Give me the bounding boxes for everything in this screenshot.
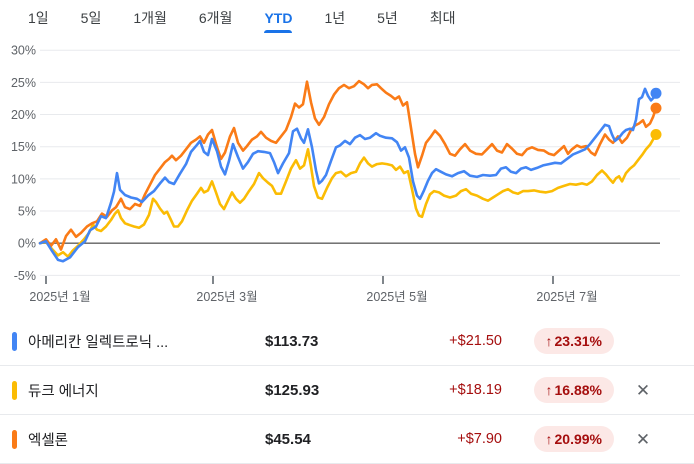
y-axis-label: 30% xyxy=(11,44,36,58)
chart-area: 30% 25% 20% 15% 10% 5% 0% -5% 2025년 1월 2025년 3월 20… xyxy=(0,40,694,308)
close-icon[interactable]: ✕ xyxy=(631,427,655,451)
series-color-marker xyxy=(12,380,17,400)
time-range-tab-5일[interactable]: 5일 xyxy=(81,10,102,26)
x-axis-label: 2025년 7월 xyxy=(536,290,597,304)
stock-change-badge-column: ↑ 23.31% xyxy=(502,328,614,354)
stock-name: 아메리칸 일렉트로닉 ... xyxy=(28,334,169,351)
y-axis-label: 20% xyxy=(11,108,36,122)
y-axis-label: 10% xyxy=(11,172,36,186)
stock-change-percent: 23.31% xyxy=(554,333,602,349)
stock-price: $113.73 xyxy=(265,332,319,350)
series-color-marker xyxy=(12,331,17,351)
legend-row[interactable]: 듀크 에너지 $125.93 +$18.19 ↑ 16.88% ✕ xyxy=(0,366,694,415)
time-range-tab-5년[interactable]: 5년 xyxy=(377,10,398,26)
stock-change-percent: 16.88% xyxy=(554,382,602,398)
series-end-dot-0 xyxy=(650,87,662,99)
series-line-1 xyxy=(38,133,658,258)
time-range-tab-6개월[interactable]: 6개월 xyxy=(199,10,233,26)
x-axis-label: 2025년 3월 xyxy=(196,290,257,304)
y-axis-label: 5% xyxy=(18,205,36,219)
time-range-tab-YTD[interactable]: YTD xyxy=(264,10,293,33)
y-axis-label: 0% xyxy=(18,237,36,251)
stock-change-badge-column: ↑ 16.88% xyxy=(502,377,614,403)
x-axis-label: 2025년 5월 xyxy=(366,290,427,304)
time-range-tab-최대[interactable]: 최대 xyxy=(430,10,456,26)
stock-change-amount: +$21.50 xyxy=(449,333,502,349)
stock-change-percent-badge: ↑ 16.88% xyxy=(533,377,614,403)
series-color-marker xyxy=(12,429,17,449)
close-column: ✕ xyxy=(614,378,672,402)
stock-name: 듀크 에너지 xyxy=(28,383,99,400)
stock-price: $45.54 xyxy=(265,430,311,448)
up-arrow-icon: ↑ xyxy=(545,382,553,398)
stock-legend-list: 아메리칸 일렉트로닉 ... $113.73 +$21.50 ↑23.31% ✕… xyxy=(0,308,694,464)
stock-change-amount: +$7.90 xyxy=(457,431,502,447)
stock-change-percent: 20.99% xyxy=(554,431,602,447)
stock-change-badge-column: ↑ 20.99% xyxy=(502,426,614,452)
time-range-tabs: 1일 5일 1개월 6개월 YTD 1년 5년 최대 xyxy=(0,0,694,40)
y-axis-label: 25% xyxy=(11,76,36,90)
close-column: ✕ xyxy=(614,427,672,451)
y-axis-label: -5% xyxy=(14,269,36,283)
series-end-dot-1 xyxy=(650,129,662,140)
up-arrow-icon: ↑ xyxy=(545,333,553,349)
y-axis-label: 15% xyxy=(11,140,36,154)
time-range-tab-1개월[interactable]: 1개월 xyxy=(133,10,167,26)
close-icon[interactable]: ✕ xyxy=(631,378,655,402)
time-range-tab-1일[interactable]: 1일 xyxy=(28,10,49,26)
close-column: ✕ xyxy=(614,329,672,353)
stock-price: $125.93 xyxy=(265,381,320,399)
stock-name: 엑셀론 xyxy=(28,432,69,449)
legend-row[interactable]: 아메리칸 일렉트로닉 ... $113.73 +$21.50 ↑23.31% ✕ xyxy=(0,317,694,366)
series-end-dot-2 xyxy=(650,102,662,114)
x-axis-label: 2025년 1월 xyxy=(29,290,90,304)
up-arrow-icon: ↑ xyxy=(545,431,553,447)
time-range-tab-1년[interactable]: 1년 xyxy=(324,10,345,26)
stock-change-percent-badge: ↑ 20.99% xyxy=(533,426,614,452)
series-line-2 xyxy=(38,79,658,251)
stock-change-amount: +$18.19 xyxy=(449,382,502,398)
price-chart[interactable]: 30% 25% 20% 15% 10% 5% 0% -5% 2025년 1월 2025년 3월 20… xyxy=(0,40,694,308)
stock-change-percent-badge: ↑ 23.31% xyxy=(533,328,614,354)
legend-row[interactable]: 엑셀론 $45.54 +$7.90 ↑ 20.99% ✕ xyxy=(0,415,694,464)
